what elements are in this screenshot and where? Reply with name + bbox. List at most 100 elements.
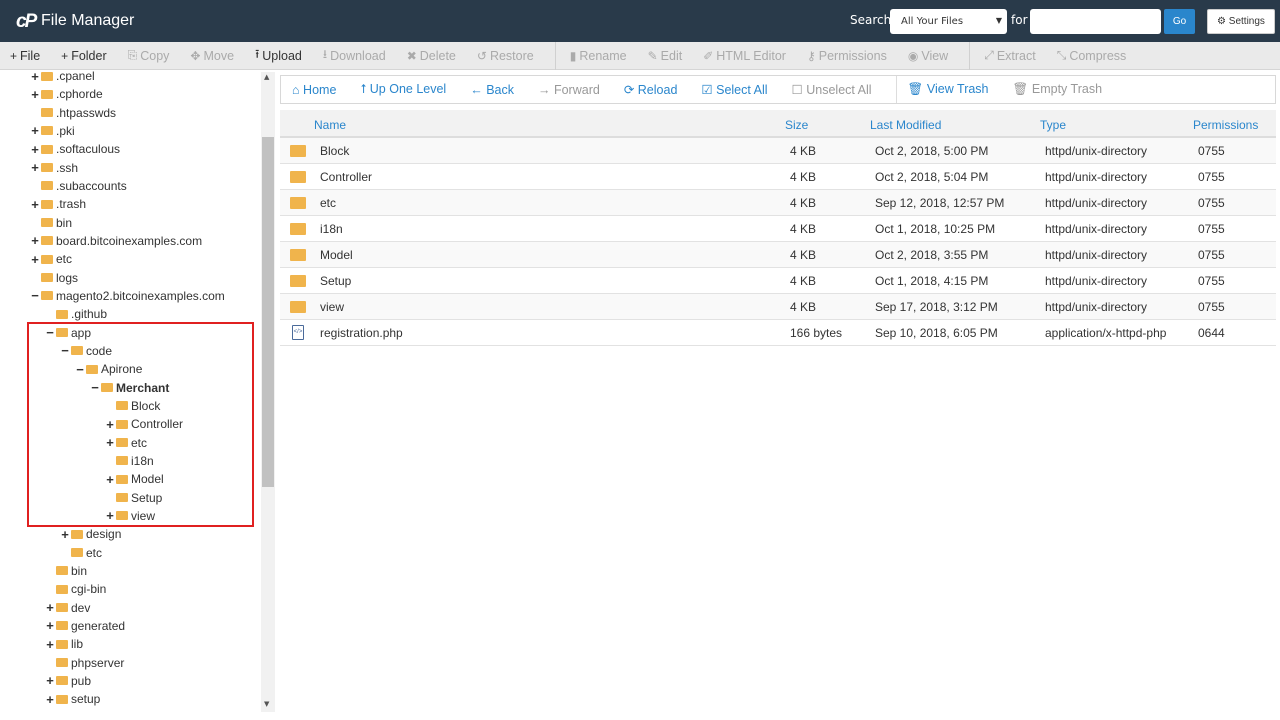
column-header-size[interactable]: Size — [785, 118, 808, 132]
expand-icon[interactable]: + — [46, 618, 54, 633]
table-row[interactable]: Block 4 KB Oct 2, 2018, 5:00 PM httpd/unix-… — [280, 138, 1276, 164]
column-header-permissions[interactable]: Permissions — [1193, 118, 1258, 132]
collapse-icon[interactable]: − — [61, 343, 69, 358]
expand-icon[interactable]: + — [46, 673, 54, 688]
expand-icon[interactable]: + — [61, 527, 69, 542]
tree-item[interactable]: Setup — [106, 489, 162, 507]
tree-item[interactable]: + .trash — [31, 195, 86, 213]
up-one-level-button[interactable]: ⭡ Up One Level — [360, 82, 446, 97]
expand-icon[interactable]: + — [31, 160, 39, 175]
table-row[interactable]: i18n 4 KB Oct 1, 2018, 10:25 PM httpd/unix-… — [280, 216, 1276, 242]
tree-item[interactable]: Block — [106, 397, 160, 415]
expand-icon[interactable]: + — [106, 435, 114, 450]
tree-item[interactable]: cgi-bin — [46, 580, 106, 598]
tree-item[interactable]: phpserver — [46, 654, 124, 672]
tree-item[interactable]: + .softaculous — [31, 140, 120, 158]
tree-item[interactable]: + view — [106, 507, 155, 525]
tree-item[interactable]: + .pki — [31, 122, 74, 140]
table-row[interactable]: Controller 4 KB Oct 2, 2018, 5:04 PM httpd/… — [280, 164, 1276, 190]
expand-icon[interactable]: + — [106, 472, 114, 487]
expand-icon[interactable]: + — [31, 142, 39, 157]
permissions-button[interactable]: ⚷ Permissions — [807, 49, 887, 63]
scroll-down-icon[interactable]: ▼ — [264, 700, 269, 708]
collapse-icon[interactable]: − — [46, 325, 54, 340]
table-row[interactable]: view 4 KB Sep 17, 2018, 3:12 PM httpd/unix-… — [280, 294, 1276, 320]
tree-item[interactable]: + design — [61, 525, 121, 543]
tree-item[interactable]: .htpasswds — [31, 104, 116, 122]
search-scope-select[interactable]: All Your Files ▼ — [890, 9, 1007, 34]
tree-item[interactable]: + dev — [46, 599, 90, 617]
select-all-button[interactable]: ☑ Select All — [701, 82, 767, 97]
tree-item[interactable]: − app — [46, 324, 91, 342]
download-button[interactable]: ⭳ Download — [323, 45, 386, 66]
view-trash-button[interactable]: 🗑 View Trash — [895, 76, 989, 103]
expand-icon[interactable]: + — [31, 87, 39, 102]
delete-button[interactable]: ✖ Delete — [407, 49, 456, 63]
tree-item[interactable]: + board.bitcoinexamples.com — [31, 232, 202, 250]
tree-item[interactable]: + Model — [106, 470, 163, 488]
expand-icon[interactable]: + — [46, 600, 54, 615]
column-header-name[interactable]: Name — [314, 118, 346, 132]
tree-item[interactable]: + generated — [46, 617, 125, 635]
collapse-icon[interactable]: − — [76, 362, 84, 377]
column-header-last-modified[interactable]: Last Modified — [870, 118, 941, 132]
tree-item[interactable]: + lib — [46, 635, 83, 653]
tree-item[interactable]: bin — [31, 214, 72, 232]
forward-button[interactable]: → Forward — [538, 83, 600, 97]
restore-button[interactable]: ↺ Restore — [477, 49, 534, 63]
expand-icon[interactable]: + — [106, 417, 114, 432]
reload-button[interactable]: ⟳ Reload — [624, 82, 678, 97]
view-button[interactable]: ◉ View — [908, 49, 948, 63]
expand-icon[interactable]: + — [31, 252, 39, 267]
tree-item[interactable]: i18n — [106, 452, 154, 470]
tree-item[interactable]: + .cpanel — [31, 70, 95, 85]
upload-button[interactable]: ⭱ Upload — [255, 45, 302, 66]
expand-icon[interactable]: + — [106, 508, 114, 523]
tree-item[interactable]: − magento2.bitcoinexamples.com — [31, 287, 225, 305]
expand-icon[interactable]: + — [31, 197, 39, 212]
tree-item[interactable]: + .ssh — [31, 159, 78, 177]
expand-icon[interactable]: + — [46, 637, 54, 652]
tree-scrollbar-thumb[interactable] — [262, 137, 274, 487]
table-row[interactable]: Setup 4 KB Oct 1, 2018, 4:15 PM httpd/unix-… — [280, 268, 1276, 294]
collapse-icon[interactable]: − — [31, 288, 39, 303]
tree-item[interactable]: + etc — [106, 434, 147, 452]
table-row[interactable]: etc 4 KB Sep 12, 2018, 12:57 PM httpd/unix-… — [280, 190, 1276, 216]
file-button[interactable]: + File — [10, 49, 40, 63]
tree-item[interactable]: bin — [46, 562, 87, 580]
tree-item[interactable]: etc — [61, 544, 102, 562]
empty-trash-button[interactable]: 🗑 Empty Trash — [1013, 82, 1103, 97]
settings-button[interactable]: ⚙ Settings — [1207, 9, 1275, 34]
search-input[interactable] — [1030, 9, 1161, 34]
html-editor-button[interactable]: ✐ HTML Editor — [703, 49, 786, 63]
expand-icon[interactable]: + — [31, 123, 39, 138]
back-button[interactable]: ← Back — [470, 83, 514, 97]
go-button[interactable]: Go — [1164, 9, 1195, 34]
copy-button[interactable]: ⎘ Copy — [128, 48, 170, 63]
rename-button[interactable]: ▮ Rename — [554, 41, 627, 70]
expand-icon[interactable]: + — [31, 233, 39, 248]
tree-item[interactable]: .subaccounts — [31, 177, 127, 195]
tree-item[interactable]: − code — [61, 342, 112, 360]
compress-button[interactable]: ⤡ Compress — [1057, 48, 1127, 63]
scroll-up-icon[interactable]: ▲ — [264, 73, 269, 81]
tree-item[interactable]: + setup — [46, 690, 100, 708]
column-header-type[interactable]: Type — [1040, 118, 1066, 132]
tree-item[interactable]: − Merchant — [91, 379, 169, 397]
edit-button[interactable]: ✎ Edit — [648, 49, 683, 63]
tree-item[interactable]: + etc — [31, 250, 72, 268]
table-row[interactable]: </> registration.php 166 bytes Sep 10, 2018… — [280, 320, 1276, 346]
tree-item[interactable]: logs — [31, 269, 78, 287]
extract-button[interactable]: ⤢ Extract — [969, 41, 1036, 70]
tree-item[interactable]: + .cphorde — [31, 85, 103, 103]
move-button[interactable]: ✥ Move — [190, 49, 234, 63]
folder-button[interactable]: + Folder — [61, 49, 106, 63]
unselect-all-button[interactable]: ☐ Unselect All — [792, 82, 872, 97]
collapse-icon[interactable]: − — [91, 380, 99, 395]
expand-icon[interactable]: + — [46, 692, 54, 707]
tree-item[interactable]: − Apirone — [76, 360, 142, 378]
expand-icon[interactable]: + — [31, 70, 39, 84]
home-button[interactable]: ⌂ Home — [292, 83, 336, 97]
tree-item[interactable]: + pub — [46, 672, 91, 690]
tree-item[interactable]: .github — [46, 305, 107, 323]
